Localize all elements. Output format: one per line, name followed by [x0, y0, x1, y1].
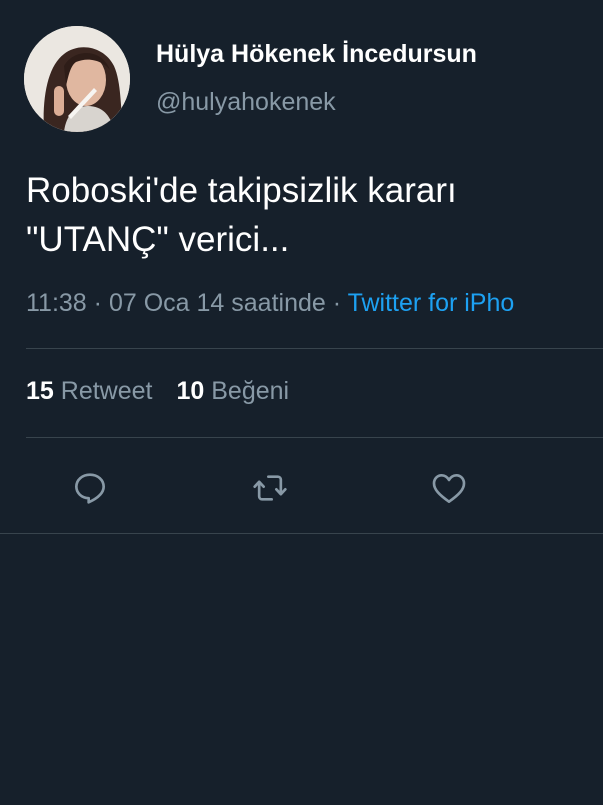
tweet-source-link[interactable]: Twitter for iPho: [348, 289, 515, 317]
reply-button[interactable]: [62, 460, 118, 516]
tweet-time: 11:38: [26, 289, 87, 317]
tweet-text: Roboski'de takipsizlik kararı "UTANÇ" ve…: [26, 166, 596, 264]
meta-separator: ·: [332, 289, 342, 317]
retweets-label: Retweet: [60, 377, 153, 405]
divider: [26, 348, 603, 349]
retweet-icon: [253, 475, 287, 501]
divider: [26, 437, 603, 438]
reply-icon: [75, 473, 105, 504]
divider: [0, 533, 603, 534]
tweet-detail-screen: Hülya Hökenek İncedursun @hulyahokenek R…: [0, 0, 603, 805]
retweets-stat[interactable]: 15 Retweet: [26, 377, 152, 405]
tweet-stats: 15 Retweet 10 Beğeni: [26, 377, 289, 406]
meta-separator: ·: [93, 289, 102, 317]
tweet-meta: 11:38 · 07 Oca 14 saatinde · Twitter for…: [26, 289, 514, 318]
retweets-count: 15: [26, 377, 54, 405]
likes-label: Beğeni: [211, 377, 290, 405]
likes-count: 10: [176, 377, 205, 405]
like-button[interactable]: [421, 460, 477, 516]
display-name[interactable]: Hülya Hökenek İncedursun: [156, 40, 477, 69]
tweet-text-line: Roboski'de takipsizlik kararı: [26, 171, 457, 210]
tweet-actions: [0, 460, 603, 516]
tweet-text-line: "UTANÇ" verici...: [26, 220, 290, 259]
avatar-image: [24, 26, 130, 132]
retweet-button[interactable]: [242, 460, 298, 516]
tweet-author-header: Hülya Hökenek İncedursun @hulyahokenek: [0, 0, 603, 140]
user-handle[interactable]: @hulyahokenek: [156, 88, 336, 117]
heart-icon: [432, 474, 466, 503]
likes-stat[interactable]: 10 Beğeni: [176, 377, 289, 405]
tweet-date: 07 Oca 14 saatinde: [108, 289, 326, 317]
avatar[interactable]: [24, 26, 130, 132]
